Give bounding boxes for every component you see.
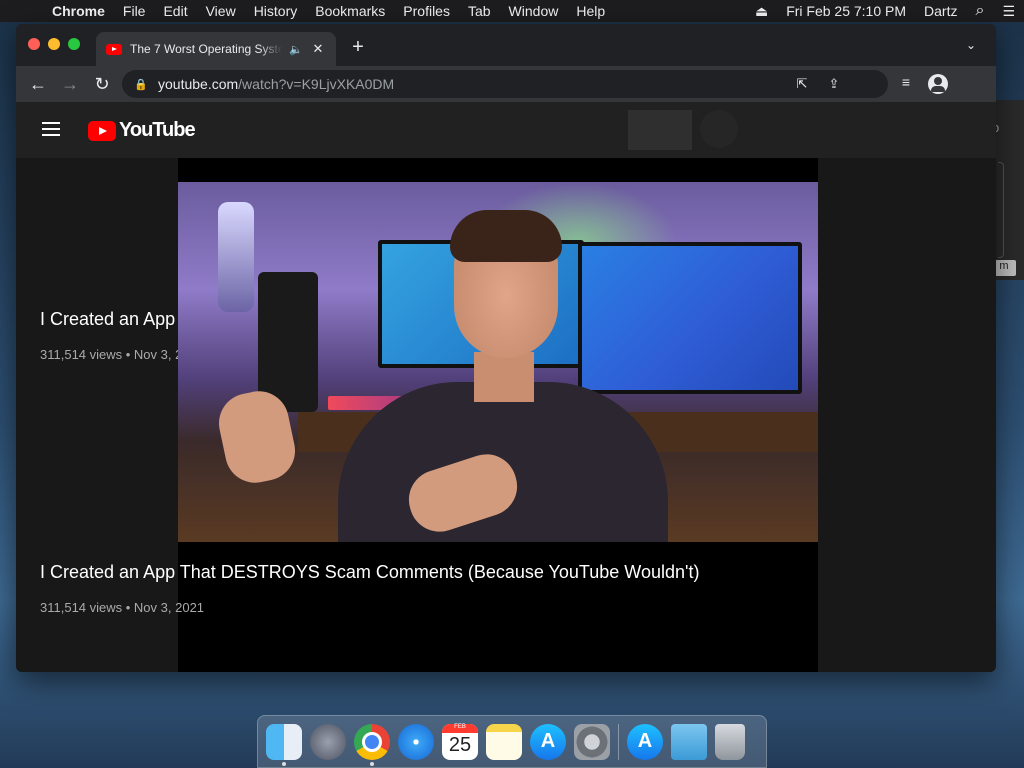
launchpad-icon[interactable] (310, 723, 346, 760)
trash-icon[interactable] (715, 723, 745, 760)
app-menu-chrome[interactable]: Chrome (44, 3, 114, 19)
menubar-clock[interactable]: Fri Feb 25 7:10 PM (777, 3, 915, 19)
window-controls (28, 38, 80, 50)
menu-view[interactable]: View (197, 3, 245, 19)
background-window-control (998, 162, 1004, 258)
back-button[interactable]: ← (22, 74, 54, 95)
tab-audio-icon[interactable]: 🔈 (288, 43, 304, 56)
chrome-window: The 7 Worst Operating Systems 🔈 ✕ + ⌄ ← … (16, 24, 996, 672)
dock-separator (618, 723, 619, 760)
dock: FEB 25 A A (257, 715, 767, 768)
tab-youtube-video[interactable]: The 7 Worst Operating Systems 🔈 ✕ (96, 32, 336, 66)
youtube-logo[interactable]: YouTube (88, 119, 196, 142)
menu-bar: Chrome File Edit View History Bookmarks … (0, 0, 1024, 22)
chrome-icon[interactable] (354, 723, 390, 766)
hamburger-menu-icon[interactable] (42, 122, 60, 136)
finder-icon[interactable] (266, 723, 302, 766)
toolbar-right-icons: ≡ (896, 74, 948, 94)
eject-icon[interactable]: ⏏ (746, 3, 777, 20)
tab-strip: The 7 Worst Operating Systems 🔈 ✕ + ⌄ (16, 24, 996, 66)
reading-list-icon[interactable]: ≡ (896, 74, 916, 94)
reload-button[interactable]: ↻ (86, 74, 118, 95)
calendar-icon[interactable]: FEB 25 (442, 723, 478, 760)
close-window-button[interactable] (28, 38, 40, 50)
header-search-placeholder (628, 110, 692, 150)
new-tab-button[interactable]: + (346, 36, 370, 58)
notes-icon[interactable] (486, 723, 522, 760)
video-title-lower[interactable]: I Created an App That DESTROYS Scam Comm… (40, 562, 699, 583)
control-center-icon[interactable]: ☰ (993, 3, 1024, 20)
menu-window[interactable]: Window (500, 3, 568, 19)
header-avatar-placeholder (700, 110, 738, 148)
calendar-month: FEB (442, 723, 478, 733)
app-store-icon[interactable]: A (530, 723, 566, 760)
youtube-logo-text: YouTube (119, 119, 196, 141)
youtube-favicon-icon (106, 43, 122, 55)
menu-profiles[interactable]: Profiles (394, 3, 459, 19)
forward-button[interactable]: → (54, 74, 86, 95)
minimize-window-button[interactable] (48, 38, 60, 50)
system-preferences-icon[interactable] (574, 723, 610, 760)
profile-avatar-icon[interactable] (928, 74, 948, 94)
menu-edit[interactable]: Edit (154, 3, 196, 19)
url-path: /watch?v=K9LjvXKA0DM (238, 76, 395, 92)
video-player[interactable] (178, 158, 818, 672)
app-store-download-icon[interactable]: A (627, 723, 663, 760)
menu-file[interactable]: File (114, 3, 155, 19)
downloads-folder-icon[interactable] (671, 723, 707, 760)
youtube-page: YouTube I Created an App That DESTROYS S… (16, 102, 996, 672)
menu-help[interactable]: Help (567, 3, 614, 19)
lock-icon[interactable]: 🔒 (134, 78, 148, 91)
video-frame[interactable] (178, 182, 818, 542)
browser-toolbar: ← → ↻ 🔒 youtube.com/watch?v=K9LjvXKA0DM … (16, 66, 996, 102)
menubar-status-area: ⏏ Fri Feb 25 7:10 PM Dartz ⌕ ☰ (746, 0, 1024, 22)
url-domain: youtube.com (158, 76, 239, 92)
zoom-window-button[interactable] (68, 38, 80, 50)
youtube-play-logo-icon (88, 120, 116, 141)
tab-title: The 7 Worst Operating Systems (130, 42, 282, 56)
tab-search-chevron-icon[interactable]: ⌄ (966, 38, 976, 52)
safari-icon[interactable] (398, 723, 434, 760)
open-in-app-icon[interactable]: ⇱ (792, 76, 812, 92)
calendar-day: 25 (448, 734, 472, 756)
video-meta-lower: 311,514 views • Nov 3, 2021 (40, 600, 205, 615)
share-icon[interactable]: ⇪ (824, 76, 844, 92)
menu-tab[interactable]: Tab (459, 3, 500, 19)
youtube-header: YouTube (16, 102, 996, 158)
tab-close-icon[interactable]: ✕ (310, 41, 326, 57)
menubar-user[interactable]: Dartz (915, 3, 966, 19)
spotlight-search-icon[interactable]: ⌕ (966, 2, 993, 20)
menu-history[interactable]: History (245, 3, 307, 19)
address-bar[interactable]: 🔒 youtube.com/watch?v=K9LjvXKA0DM ⇱ ⇪ (122, 70, 888, 98)
menu-bookmarks[interactable]: Bookmarks (306, 3, 394, 19)
